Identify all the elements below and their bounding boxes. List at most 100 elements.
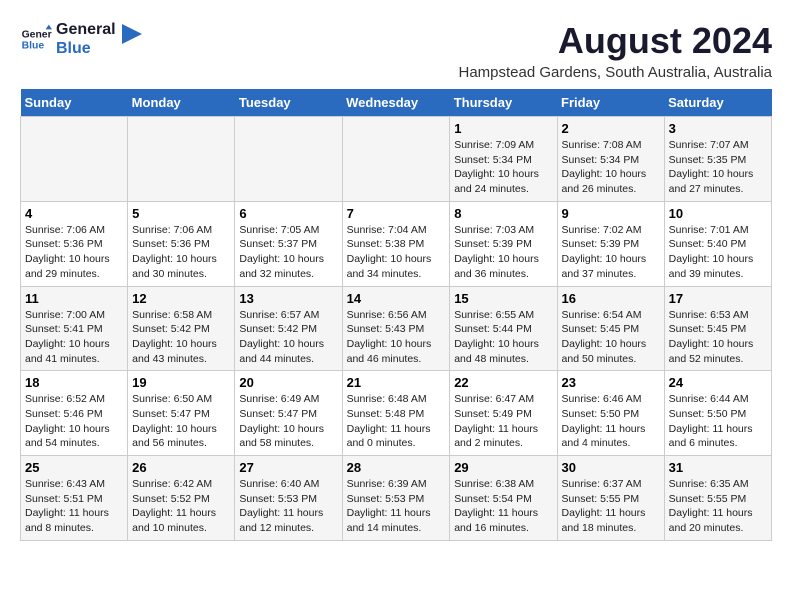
day-info: Sunrise: 6:35 AMSunset: 5:55 PMDaylight:… — [669, 477, 767, 536]
calendar-cell — [235, 117, 342, 202]
day-number: 3 — [669, 121, 767, 136]
day-info: Sunrise: 6:58 AMSunset: 5:42 PMDaylight:… — [132, 308, 230, 367]
calendar-cell: 14 Sunrise: 6:56 AMSunset: 5:43 PMDayligh… — [342, 286, 450, 371]
calendar-cell: 20 Sunrise: 6:49 AMSunset: 5:47 PMDayligh… — [235, 371, 342, 456]
day-info: Sunrise: 6:40 AMSunset: 5:53 PMDaylight:… — [239, 477, 337, 536]
day-number: 26 — [132, 460, 230, 475]
day-info: Sunrise: 6:37 AMSunset: 5:55 PMDaylight:… — [562, 477, 660, 536]
day-info: Sunrise: 6:38 AMSunset: 5:54 PMDaylight:… — [454, 477, 552, 536]
day-number: 24 — [669, 375, 767, 390]
day-info: Sunrise: 7:05 AMSunset: 5:37 PMDaylight:… — [239, 223, 337, 282]
calendar-week-2: 4 Sunrise: 7:06 AMSunset: 5:36 PMDaylight… — [21, 201, 772, 286]
calendar-table: SundayMondayTuesdayWednesdayThursdayFrid… — [20, 89, 772, 541]
header-saturday: Saturday — [664, 89, 771, 117]
day-info: Sunrise: 7:09 AMSunset: 5:34 PMDaylight:… — [454, 138, 552, 197]
day-info: Sunrise: 6:52 AMSunset: 5:46 PMDaylight:… — [25, 392, 123, 451]
calendar-cell: 16 Sunrise: 6:54 AMSunset: 5:45 PMDayligh… — [557, 286, 664, 371]
calendar-title: August 2024 — [458, 20, 772, 62]
calendar-cell: 11 Sunrise: 7:00 AMSunset: 5:41 PMDayligh… — [21, 286, 128, 371]
calendar-cell: 12 Sunrise: 6:58 AMSunset: 5:42 PMDayligh… — [128, 286, 235, 371]
day-info: Sunrise: 6:47 AMSunset: 5:49 PMDaylight:… — [454, 392, 552, 451]
day-number: 2 — [562, 121, 660, 136]
day-number: 20 — [239, 375, 337, 390]
calendar-cell — [128, 117, 235, 202]
svg-text:Blue: Blue — [22, 41, 45, 52]
calendar-cell: 6 Sunrise: 7:05 AMSunset: 5:37 PMDaylight… — [235, 201, 342, 286]
day-number: 27 — [239, 460, 337, 475]
calendar-cell: 5Sunrise: 7:06 AMSunset: 5:36 PMDaylight… — [128, 201, 235, 286]
svg-text:General: General — [22, 30, 52, 41]
header-thursday: Thursday — [450, 89, 557, 117]
day-number: 5 — [132, 206, 230, 221]
day-number: 17 — [669, 291, 767, 306]
day-info: Sunrise: 7:07 AMSunset: 5:35 PMDaylight:… — [669, 138, 767, 197]
calendar-cell: 13 Sunrise: 6:57 AMSunset: 5:42 PMDayligh… — [235, 286, 342, 371]
day-number: 28 — [347, 460, 446, 475]
calendar-cell — [342, 117, 450, 202]
day-number: 1 — [454, 121, 552, 136]
day-number: 31 — [669, 460, 767, 475]
calendar-week-4: 18Sunrise: 6:52 AMSunset: 5:46 PMDayligh… — [21, 371, 772, 456]
calendar-cell: 7 Sunrise: 7:04 AMSunset: 5:38 PMDaylight… — [342, 201, 450, 286]
day-number: 25 — [25, 460, 123, 475]
calendar-cell: 8Sunrise: 7:03 AMSunset: 5:39 PMDaylight… — [450, 201, 557, 286]
day-number: 15 — [454, 291, 552, 306]
calendar-cell: 18Sunrise: 6:52 AMSunset: 5:46 PMDayligh… — [21, 371, 128, 456]
day-info: Sunrise: 6:46 AMSunset: 5:50 PMDaylight:… — [562, 392, 660, 451]
day-number: 23 — [562, 375, 660, 390]
calendar-cell: 25 Sunrise: 6:43 AMSunset: 5:51 PMDayligh… — [21, 456, 128, 541]
day-number: 22 — [454, 375, 552, 390]
calendar-cell: 28 Sunrise: 6:39 AMSunset: 5:53 PMDayligh… — [342, 456, 450, 541]
day-info: Sunrise: 6:49 AMSunset: 5:47 PMDaylight:… — [239, 392, 337, 451]
calendar-week-3: 11 Sunrise: 7:00 AMSunset: 5:41 PMDayligh… — [21, 286, 772, 371]
day-number: 6 — [239, 206, 337, 221]
calendar-cell — [21, 117, 128, 202]
logo: General Blue General Blue — [20, 20, 142, 58]
day-info: Sunrise: 7:06 AMSunset: 5:36 PMDaylight:… — [25, 223, 123, 282]
day-info: Sunrise: 6:57 AMSunset: 5:42 PMDaylight:… — [239, 308, 337, 367]
day-info: Sunrise: 6:53 AMSunset: 5:45 PMDaylight:… — [669, 308, 767, 367]
day-number: 7 — [347, 206, 446, 221]
day-info: Sunrise: 6:50 AMSunset: 5:47 PMDaylight:… — [132, 392, 230, 451]
calendar-cell: 15Sunrise: 6:55 AMSunset: 5:44 PMDayligh… — [450, 286, 557, 371]
calendar-cell: 1 Sunrise: 7:09 AMSunset: 5:34 PMDaylight… — [450, 117, 557, 202]
calendar-cell: 24 Sunrise: 6:44 AMSunset: 5:50 PMDayligh… — [664, 371, 771, 456]
calendar-cell: 21Sunrise: 6:48 AMSunset: 5:48 PMDayligh… — [342, 371, 450, 456]
day-number: 19 — [132, 375, 230, 390]
header-friday: Friday — [557, 89, 664, 117]
day-info: Sunrise: 6:43 AMSunset: 5:51 PMDaylight:… — [25, 477, 123, 536]
calendar-cell: 10Sunrise: 7:01 AMSunset: 5:40 PMDayligh… — [664, 201, 771, 286]
day-number: 13 — [239, 291, 337, 306]
calendar-cell: 29Sunrise: 6:38 AMSunset: 5:54 PMDayligh… — [450, 456, 557, 541]
calendar-cell: 4 Sunrise: 7:06 AMSunset: 5:36 PMDaylight… — [21, 201, 128, 286]
calendar-cell: 17 Sunrise: 6:53 AMSunset: 5:45 PMDayligh… — [664, 286, 771, 371]
day-number: 11 — [25, 291, 123, 306]
calendar-cell: 26 Sunrise: 6:42 AMSunset: 5:52 PMDayligh… — [128, 456, 235, 541]
day-info: Sunrise: 7:04 AMSunset: 5:38 PMDaylight:… — [347, 223, 446, 282]
day-info: Sunrise: 6:44 AMSunset: 5:50 PMDaylight:… — [669, 392, 767, 451]
calendar-cell: 9Sunrise: 7:02 AMSunset: 5:39 PMDaylight… — [557, 201, 664, 286]
calendar-cell: 19 Sunrise: 6:50 AMSunset: 5:47 PMDayligh… — [128, 371, 235, 456]
day-number: 30 — [562, 460, 660, 475]
day-info: Sunrise: 6:56 AMSunset: 5:43 PMDaylight:… — [347, 308, 446, 367]
day-info: Sunrise: 6:42 AMSunset: 5:52 PMDaylight:… — [132, 477, 230, 536]
calendar-cell: 3 Sunrise: 7:07 AMSunset: 5:35 PMDaylight… — [664, 117, 771, 202]
calendar-cell: 27 Sunrise: 6:40 AMSunset: 5:53 PMDayligh… — [235, 456, 342, 541]
calendar-week-1: 1 Sunrise: 7:09 AMSunset: 5:34 PMDaylight… — [21, 117, 772, 202]
calendar-cell: 30 Sunrise: 6:37 AMSunset: 5:55 PMDayligh… — [557, 456, 664, 541]
day-info: Sunrise: 7:00 AMSunset: 5:41 PMDaylight:… — [25, 308, 123, 367]
day-number: 16 — [562, 291, 660, 306]
calendar-header-row: SundayMondayTuesdayWednesdayThursdayFrid… — [21, 89, 772, 117]
day-info: Sunrise: 6:39 AMSunset: 5:53 PMDaylight:… — [347, 477, 446, 536]
day-info: Sunrise: 7:01 AMSunset: 5:40 PMDaylight:… — [669, 223, 767, 282]
calendar-cell: 22 Sunrise: 6:47 AMSunset: 5:49 PMDayligh… — [450, 371, 557, 456]
calendar-cell: 31 Sunrise: 6:35 AMSunset: 5:55 PMDayligh… — [664, 456, 771, 541]
day-number: 14 — [347, 291, 446, 306]
calendar-subtitle: Hampstead Gardens, South Australia, Aust… — [458, 64, 772, 81]
day-number: 4 — [25, 206, 123, 221]
calendar-cell: 2Sunrise: 7:08 AMSunset: 5:34 PMDaylight… — [557, 117, 664, 202]
header-monday: Monday — [128, 89, 235, 117]
day-number: 12 — [132, 291, 230, 306]
day-info: Sunrise: 6:54 AMSunset: 5:45 PMDaylight:… — [562, 308, 660, 367]
logo-icon: General Blue — [20, 23, 52, 55]
